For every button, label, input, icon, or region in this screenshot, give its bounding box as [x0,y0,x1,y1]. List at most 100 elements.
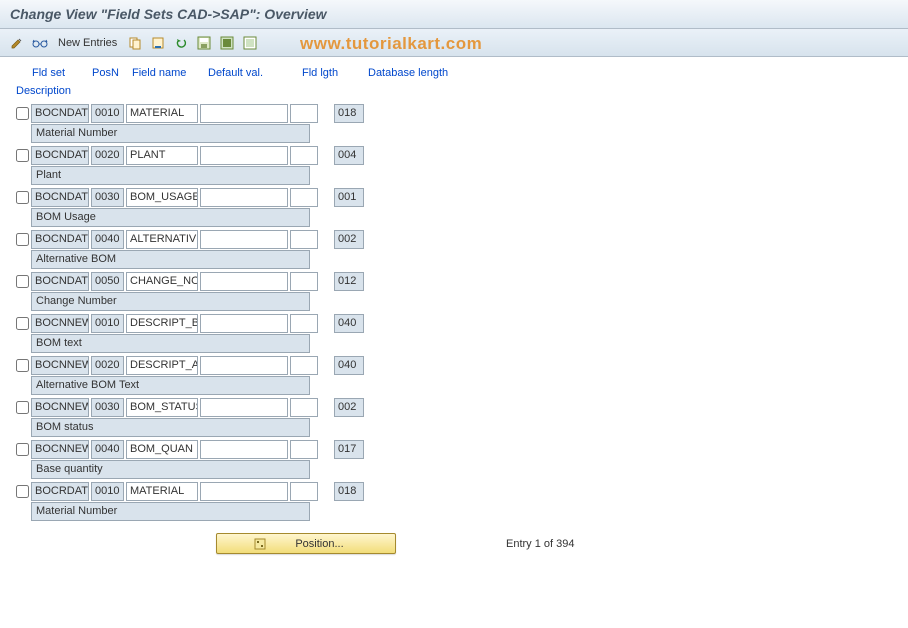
fieldname-input[interactable]: CHANGE_NO [126,272,198,291]
col-header-posn: PosN [92,67,132,79]
fieldname-input[interactable]: BOM_STATUS [126,398,198,417]
description-cell: BOM status [31,418,310,437]
toolbar: New Entries [0,29,908,57]
row-select-checkbox[interactable] [16,485,29,498]
fieldname-input[interactable]: BOM_USAGE [126,188,198,207]
posn-cell: 0010 [91,104,124,123]
posn-cell: 0040 [91,230,124,249]
defaultval-input[interactable] [200,230,288,249]
col-header-fldlgth: Fld lgth [302,67,354,79]
defaultval-input[interactable] [200,482,288,501]
delete-entry-icon[interactable] [149,34,167,52]
posn-cell: 0030 [91,188,124,207]
new-entries-button[interactable]: New Entries [54,35,121,51]
row-select-checkbox[interactable] [16,275,29,288]
change-icon[interactable] [8,34,26,52]
row-select-checkbox[interactable] [16,149,29,162]
row-select-checkbox[interactable] [16,317,29,330]
table-row: BOCNDAT0050CHANGE_NO 012 Change Number [16,271,892,312]
page-title: Change View "Field Sets CAD->SAP": Overv… [0,0,908,29]
save-icon[interactable] [195,34,213,52]
deselect-all-icon[interactable] [241,34,259,52]
position-icon [253,537,267,551]
fldset-cell: BOCNNEW [31,314,89,333]
fieldname-input[interactable]: MATERIAL [126,104,198,123]
row-select-checkbox[interactable] [16,191,29,204]
defaultval-input[interactable] [200,314,288,333]
fldset-cell: BOCNDAT [31,188,89,207]
fldlgth-input[interactable] [290,272,318,291]
description-cell: Material Number [31,502,310,521]
dblength-cell: 012 [334,272,364,291]
description-cell: BOM text [31,334,310,353]
fieldname-input[interactable]: MATERIAL [126,482,198,501]
fldset-cell: BOCNDAT [31,272,89,291]
description-cell: Material Number [31,124,310,143]
defaultval-input[interactable] [200,272,288,291]
defaultval-input[interactable] [200,188,288,207]
fldlgth-input[interactable] [290,104,318,123]
col-header-defaultval: Default val. [208,67,302,79]
col-header-fldset: Fld set [32,67,92,79]
dblength-cell: 002 [334,398,364,417]
defaultval-input[interactable] [200,146,288,165]
defaultval-input[interactable] [200,356,288,375]
fieldname-input[interactable]: DESCRIPT_B [126,314,198,333]
fieldname-input[interactable]: BOM_QUAN [126,440,198,459]
defaultval-input[interactable] [200,398,288,417]
fieldname-input[interactable]: ALTERNATIV [126,230,198,249]
fldset-cell: BOCNNEW [31,440,89,459]
position-button-label: Position... [295,538,343,550]
content-area: Fld set PosN Field name Default val. Fld… [0,57,908,554]
copy-icon[interactable] [126,34,144,52]
position-button[interactable]: Position... [216,533,396,554]
fldlgth-input[interactable] [290,314,318,333]
row-select-checkbox[interactable] [16,443,29,456]
table-row: BOCRDAT0010MATERIAL018Material Number [16,481,892,522]
description-cell: Alternative BOM [31,250,310,269]
description-cell: Base quantity [31,460,310,479]
fldlgth-input[interactable] [290,398,318,417]
fldlgth-input[interactable] [290,482,318,501]
select-all-icon[interactable] [218,34,236,52]
fldset-cell: BOCNDAT [31,230,89,249]
posn-cell: 0020 [91,146,124,165]
defaultval-input[interactable] [200,104,288,123]
posn-cell: 0050 [91,272,124,291]
table-row: BOCNNEW0020DESCRIPT_A040Alternative BOM … [16,355,892,396]
fldset-cell: BOCNDAT [31,146,89,165]
table-row: BOCNNEW0040BOM_QUAN 017 Base quantity [16,439,892,480]
row-select-checkbox[interactable] [16,359,29,372]
row-select-checkbox[interactable] [16,233,29,246]
fldlgth-input[interactable] [290,356,318,375]
fieldname-input[interactable]: DESCRIPT_A [126,356,198,375]
fieldname-input[interactable]: PLANT [126,146,198,165]
fldlgth-input[interactable] [290,230,318,249]
table-row: BOCNNEW0030BOM_STATUS002BOM status [16,397,892,438]
glasses-icon[interactable] [31,34,49,52]
dblength-cell: 040 [334,314,364,333]
dblength-cell: 002 [334,230,364,249]
fldlgth-input[interactable] [290,440,318,459]
fldlgth-input[interactable] [290,146,318,165]
fldset-cell: BOCNNEW [31,356,89,375]
posn-cell: 0040 [91,440,124,459]
fldset-cell: BOCNNEW [31,398,89,417]
fldlgth-input[interactable] [290,188,318,207]
table-row: BOCNNEW0010DESCRIPT_B040BOM text [16,313,892,354]
defaultval-input[interactable] [200,440,288,459]
table-row: BOCNDAT0030BOM_USAGE 001 BOM Usage [16,187,892,228]
dblength-cell: 017 [334,440,364,459]
entry-counter: Entry 1 of 394 [506,538,575,550]
description-cell: Plant [31,166,310,185]
description-cell: BOM Usage [31,208,310,227]
column-headers: Fld set PosN Field name Default val. Fld… [16,65,892,83]
dblength-cell: 018 [334,104,364,123]
row-select-checkbox[interactable] [16,401,29,414]
fldset-cell: BOCNDAT [31,104,89,123]
row-select-checkbox[interactable] [16,107,29,120]
col-header-description: Description [16,85,71,97]
description-cell: Change Number [31,292,310,311]
undo-icon[interactable] [172,34,190,52]
dblength-cell: 001 [334,188,364,207]
